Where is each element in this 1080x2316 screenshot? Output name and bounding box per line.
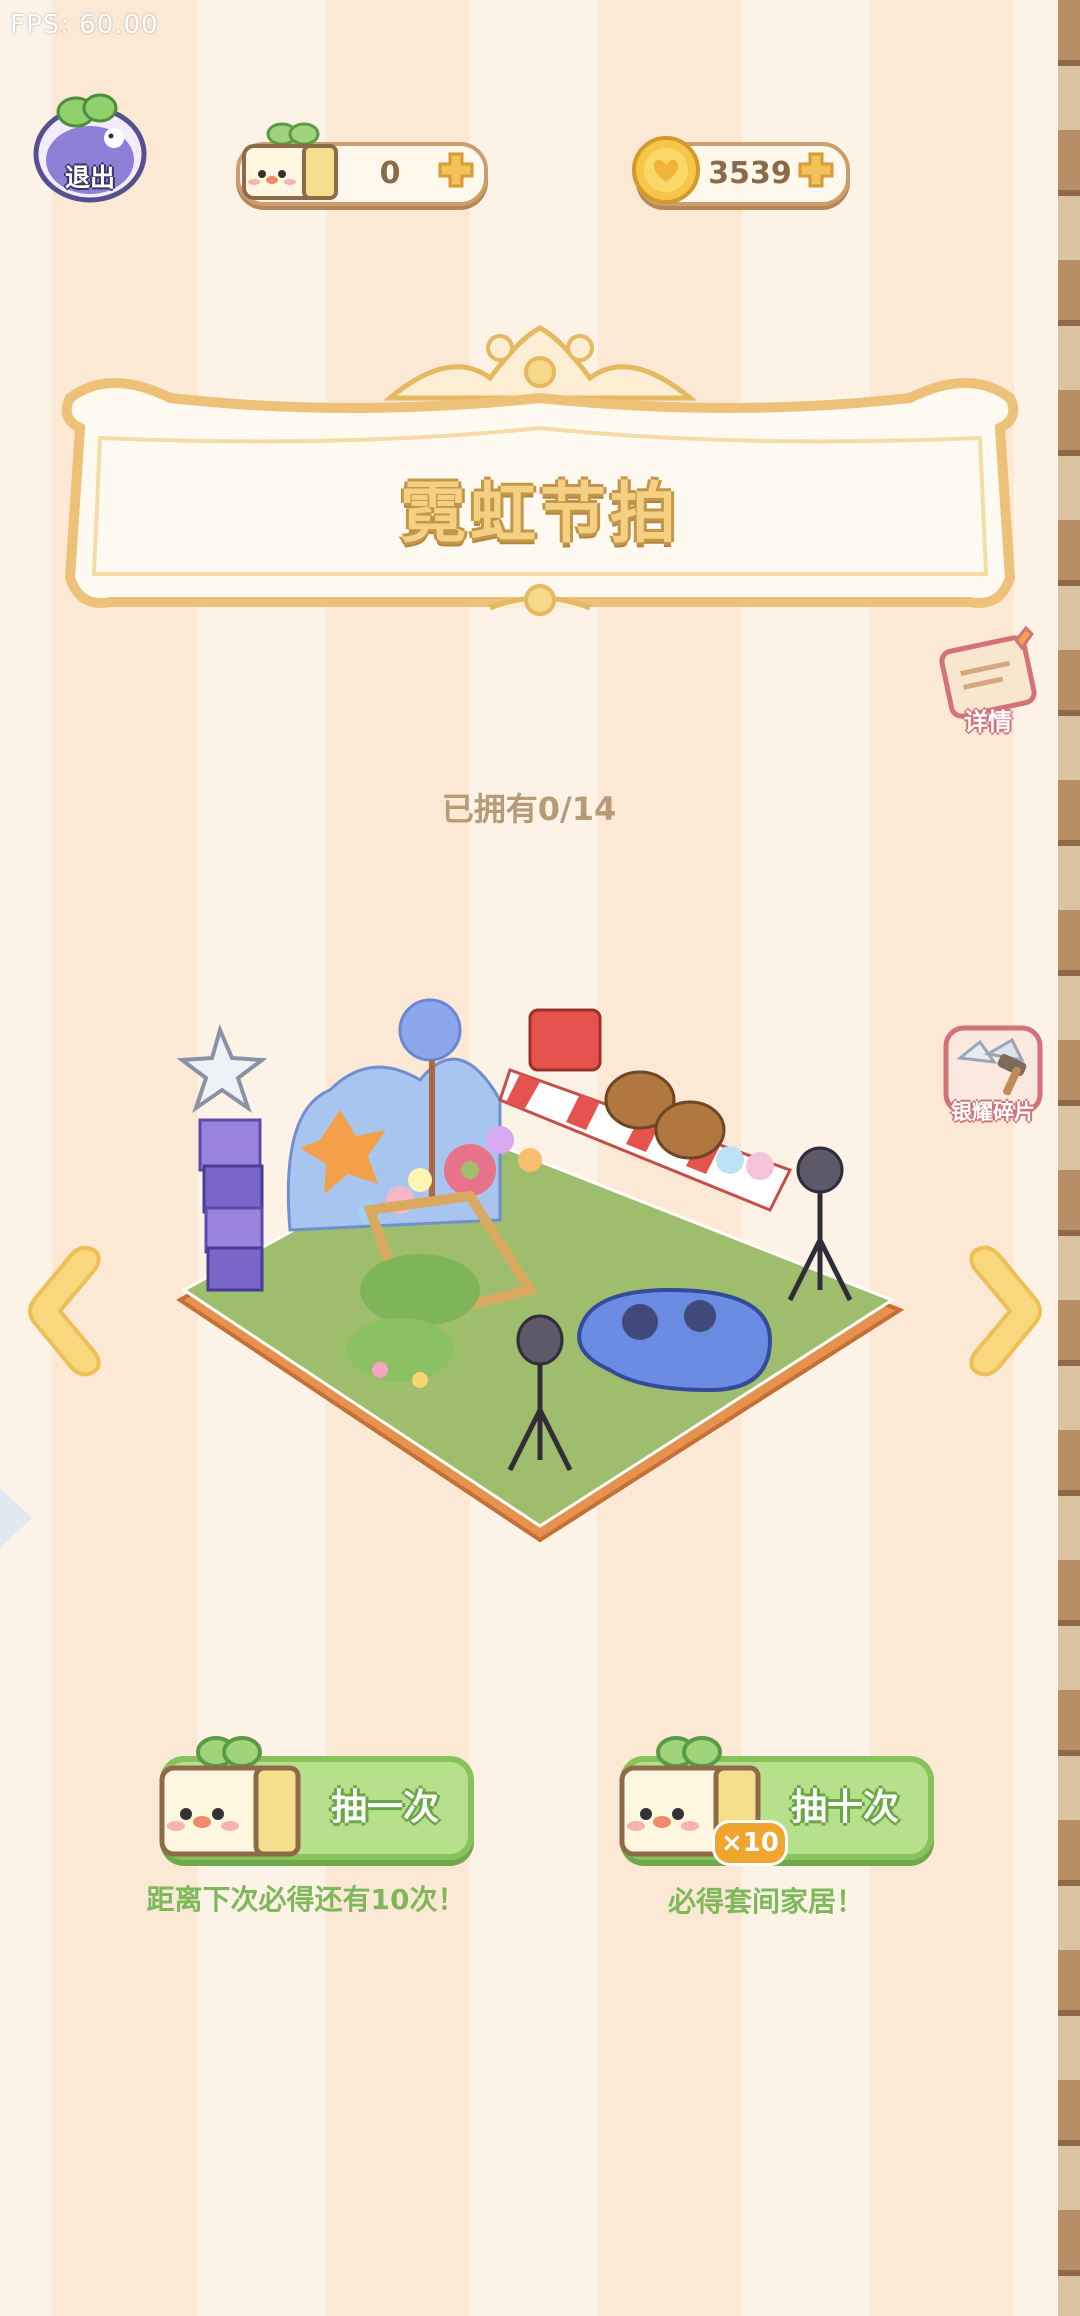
- coin-count: 3539: [708, 156, 792, 191]
- previous-arrow-button[interactable]: [26, 1240, 108, 1382]
- adjacent-item-peek: [0, 1488, 32, 1548]
- draw-once-label: 抽一次: [330, 1787, 439, 1828]
- owned-count: 已拥有0/14: [441, 790, 617, 828]
- ticket-count: 0: [379, 156, 401, 191]
- sprout-box-icon: [159, 1736, 301, 1857]
- title-banner: 霓虹节拍: [50, 318, 1030, 618]
- silver-shards-label: 银耀碎片: [951, 1100, 1035, 1124]
- fps-counter: FPS: 60.00: [10, 10, 159, 40]
- draw-ten-button[interactable]: ×10 抽十次: [619, 1736, 934, 1866]
- details-button[interactable]: 详情: [932, 624, 1044, 750]
- pity-counter-note: 距离下次必得还有10次！: [146, 1883, 466, 1916]
- details-label: 详情: [964, 708, 1012, 736]
- next-arrow-button[interactable]: [962, 1240, 1044, 1382]
- sprout-box-icon: [242, 122, 338, 200]
- guaranteed-set-note: 必得套间家居！: [667, 1885, 864, 1918]
- exit-label: 退出: [64, 163, 115, 192]
- add-tickets-button[interactable]: [436, 150, 476, 190]
- room-preview: [170, 990, 910, 1550]
- silver-shards-button[interactable]: 银耀碎片: [938, 1018, 1048, 1134]
- draw-ten-label: 抽十次: [790, 1787, 899, 1828]
- collection-title: 霓虹节拍: [400, 475, 680, 552]
- gacha-panel: FPS: 60.00 退出 0 3539 霓虹节拍 详情 银耀碎片 已拥有0/1…: [0, 0, 1058, 2316]
- neon-beat-room-illustration: [176, 998, 905, 1543]
- exit-button[interactable]: 退出: [28, 82, 152, 206]
- add-coins-button[interactable]: [796, 150, 836, 190]
- background-room-strip: [1058, 0, 1080, 2316]
- draw-once-button[interactable]: 抽一次: [159, 1736, 474, 1866]
- gold-coin-icon: [632, 136, 700, 204]
